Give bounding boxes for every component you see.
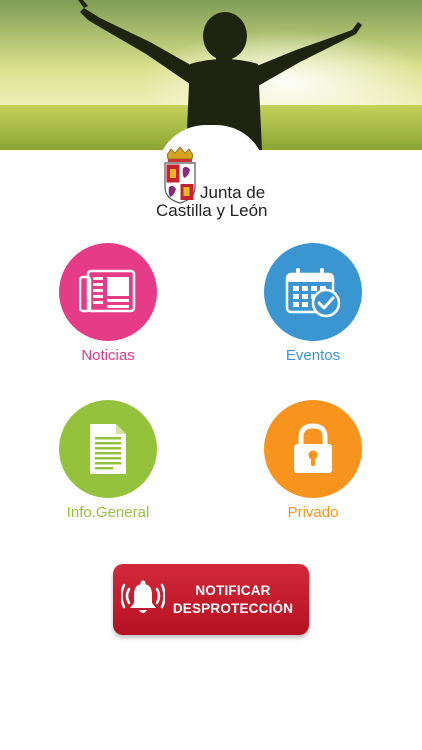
calendar-check-icon <box>285 268 341 318</box>
brand-line-1: Junta de <box>200 183 266 202</box>
info-general-label: Info.General <box>66 504 150 521</box>
privado-circle[interactable] <box>264 400 362 498</box>
eventos-circle[interactable] <box>264 243 362 341</box>
alert-button-line-1: NOTIFICAR <box>195 583 271 598</box>
junta-logo: Junta de Castilla y León <box>0 125 422 235</box>
padlock-icon <box>294 423 332 473</box>
menu-item-info-general[interactable]: Info.General <box>43 400 173 522</box>
document-icon <box>90 424 126 474</box>
newspaper-icon <box>79 269 136 313</box>
privado-label: Privado <box>287 504 339 521</box>
menu-item-privado[interactable]: Privado <box>248 400 378 522</box>
menu-item-noticias[interactable]: Noticias <box>43 243 173 365</box>
brand-line-2: Castilla y León <box>156 201 268 220</box>
info-general-circle[interactable] <box>59 400 157 498</box>
notificar-desproteccion-button[interactable]: NOTIFICAR DESPROTECCIÓN <box>113 564 309 635</box>
menu-item-eventos[interactable]: Eventos <box>248 243 378 365</box>
noticias-label: Noticias <box>81 347 135 364</box>
eventos-label: Eventos <box>285 347 341 364</box>
bell-icon <box>121 580 165 613</box>
coat-of-arms-icon <box>164 147 196 204</box>
noticias-circle[interactable] <box>59 243 157 341</box>
alert-button-label: NOTIFICAR DESPROTECCIÓN <box>165 582 301 618</box>
alert-button-line-2: DESPROTECCIÓN <box>172 601 294 616</box>
